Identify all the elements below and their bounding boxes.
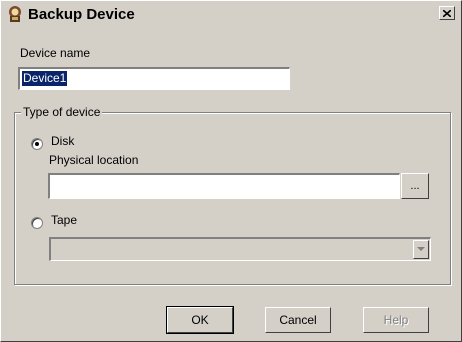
type-of-device-label: Type of device (21, 105, 103, 119)
physical-location-input[interactable] (48, 173, 400, 199)
backup-device-dialog: Backup Device Device name Device1 Type o… (0, 0, 462, 342)
tape-label: Tape (51, 213, 78, 227)
chevron-down-icon (417, 247, 425, 251)
physical-location-label: Physical location (49, 153, 139, 167)
close-icon (443, 9, 451, 17)
device-name-value: Device1 (22, 71, 68, 86)
device-name-input[interactable]: Device1 (18, 67, 290, 90)
tape-dropdown-button[interactable] (413, 240, 429, 259)
backup-device-icon (6, 5, 24, 23)
help-label: Help (383, 313, 409, 327)
device-name-label: Device name (20, 46, 91, 60)
browse-label: ... (410, 180, 420, 192)
cancel-button[interactable]: Cancel (265, 307, 331, 333)
disk-radio[interactable] (31, 138, 43, 150)
tape-radio[interactable] (31, 217, 43, 229)
help-button[interactable]: Help (363, 307, 429, 333)
title-bar[interactable]: Backup Device (3, 3, 459, 25)
browse-button[interactable]: ... (401, 173, 429, 199)
cancel-label: Cancel (279, 313, 317, 327)
ok-label: OK (191, 313, 209, 327)
window-title: Backup Device (28, 5, 135, 23)
ok-button[interactable]: OK (166, 306, 234, 334)
close-button[interactable] (439, 6, 455, 20)
disk-label: Disk (51, 134, 75, 148)
tape-select[interactable] (49, 237, 431, 261)
